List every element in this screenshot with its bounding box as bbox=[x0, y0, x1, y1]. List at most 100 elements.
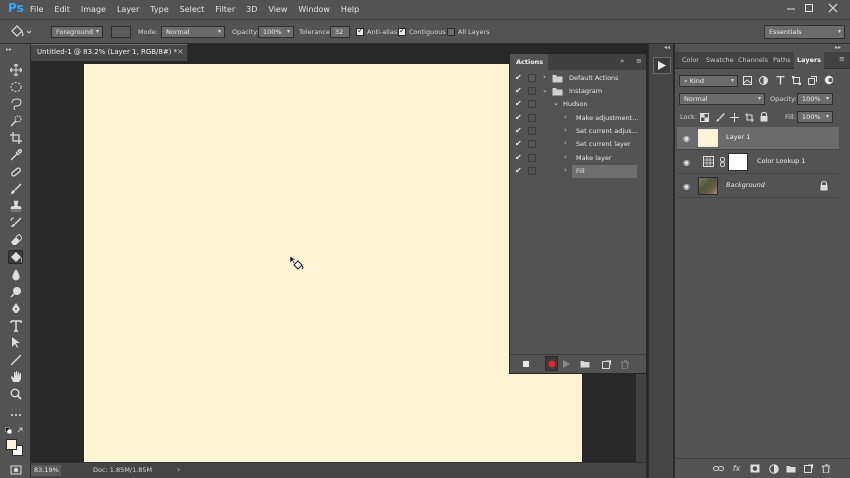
crop-tool[interactable] bbox=[8, 131, 23, 145]
healing-brush-tool[interactable] bbox=[8, 165, 23, 179]
chevron-right-icon[interactable]: › bbox=[564, 139, 567, 147]
list-item[interactable]: ✔ › Set current layer bbox=[510, 138, 646, 151]
visibility-eye-icon[interactable]: ◉ bbox=[683, 182, 690, 191]
toggle-check-icon[interactable]: ✔ bbox=[515, 99, 522, 108]
filter-shape-button[interactable] bbox=[792, 76, 801, 85]
collapse-panel-icon[interactable]: » bbox=[620, 57, 624, 65]
filter-toggle-button[interactable] bbox=[824, 75, 834, 85]
blend-mode-select[interactable]: Normal ▾ bbox=[679, 93, 765, 105]
pen-tool[interactable] bbox=[8, 302, 23, 316]
toggle-check-icon[interactable]: ✔ bbox=[515, 166, 522, 175]
menu-help[interactable]: Help bbox=[341, 5, 359, 14]
menu-filter[interactable]: Filter bbox=[215, 5, 235, 14]
fill-input[interactable]: 100% ▾ bbox=[797, 111, 833, 123]
panel-menu-icon[interactable]: ≡ bbox=[839, 55, 845, 63]
brush-tool[interactable] bbox=[8, 182, 23, 196]
link-layers-button[interactable] bbox=[713, 463, 724, 474]
lock-transparent-button[interactable] bbox=[700, 113, 709, 122]
visibility-eye-icon[interactable]: ◉ bbox=[683, 134, 690, 143]
chevron-down-icon[interactable]: ⌄ bbox=[553, 99, 559, 107]
chevron-right-icon[interactable]: › bbox=[564, 113, 567, 121]
menu-window[interactable]: Window bbox=[298, 5, 330, 14]
lock-artboard-button[interactable] bbox=[745, 113, 754, 122]
path-selection-tool[interactable] bbox=[8, 336, 23, 350]
pattern-picker[interactable] bbox=[111, 26, 131, 38]
play-selection-button[interactable] bbox=[560, 358, 572, 370]
toolbar-collapse-icon[interactable]: ▸▸ bbox=[6, 46, 12, 53]
mask-link-icon[interactable] bbox=[720, 157, 725, 167]
list-item-selected[interactable]: ✔ › Fill bbox=[510, 165, 646, 178]
layer-row-color-lookup[interactable]: ◉ Color Lookup 1 bbox=[677, 151, 839, 174]
foreground-color-swatch[interactable] bbox=[6, 439, 17, 450]
chevron-down-icon[interactable]: ⌄ bbox=[542, 86, 548, 94]
tab-paths[interactable]: Paths bbox=[773, 52, 791, 69]
canvas[interactable] bbox=[84, 64, 582, 462]
tab-swatches[interactable]: Swatche bbox=[706, 52, 734, 69]
type-tool[interactable] bbox=[8, 319, 23, 333]
workspace-select[interactable]: Essentials ▾ bbox=[764, 25, 845, 39]
dialog-toggle-box[interactable] bbox=[528, 74, 536, 82]
tab-layers[interactable]: Layers bbox=[794, 52, 825, 69]
history-brush-tool[interactable] bbox=[8, 216, 23, 230]
layer-style-button[interactable]: fx bbox=[731, 463, 742, 474]
toggle-check-icon[interactable]: ✔ bbox=[515, 126, 522, 135]
zoom-tool[interactable] bbox=[8, 387, 23, 401]
filter-smart-object-button[interactable] bbox=[808, 76, 817, 85]
chevron-right-icon[interactable]: › bbox=[564, 126, 567, 134]
list-item[interactable]: ✔ › Set current adjus... bbox=[510, 125, 646, 138]
filter-type-button[interactable] bbox=[776, 76, 785, 85]
dialog-toggle-box[interactable] bbox=[528, 127, 536, 135]
list-item[interactable]: ✔ › Default Actions bbox=[510, 72, 646, 85]
layer-mask-thumbnail[interactable] bbox=[728, 153, 748, 171]
move-tool[interactable] bbox=[8, 63, 23, 77]
blur-tool[interactable] bbox=[8, 268, 23, 282]
lasso-tool[interactable] bbox=[8, 97, 23, 111]
visibility-eye-icon[interactable]: ◉ bbox=[683, 158, 690, 167]
hand-tool[interactable] bbox=[8, 370, 23, 384]
list-item[interactable]: ✔ › Make layer bbox=[510, 152, 646, 165]
record-button[interactable] bbox=[546, 358, 558, 370]
default-colors-button[interactable] bbox=[5, 427, 25, 435]
tab-actions[interactable]: Actions bbox=[510, 54, 548, 70]
dialog-toggle-box[interactable] bbox=[528, 100, 536, 108]
new-group-button[interactable] bbox=[785, 463, 796, 474]
quick-selection-tool[interactable] bbox=[8, 114, 23, 128]
zoom-level[interactable]: 83.19% bbox=[31, 465, 61, 476]
new-layer-button[interactable] bbox=[803, 463, 814, 474]
new-adjustment-layer-button[interactable] bbox=[768, 463, 779, 474]
actions-panel-button[interactable] bbox=[653, 57, 671, 74]
lock-position-button[interactable] bbox=[730, 113, 739, 122]
menu-select[interactable]: Select bbox=[180, 5, 205, 14]
filter-image-button[interactable] bbox=[743, 76, 752, 85]
expand-panels-icon[interactable]: ◂◂ bbox=[664, 44, 670, 51]
new-action-button[interactable] bbox=[600, 358, 612, 370]
marquee-tool[interactable] bbox=[8, 80, 23, 94]
collapse-panels-icon[interactable]: ▸▸ bbox=[835, 44, 841, 51]
minimize-button[interactable] bbox=[784, 2, 798, 14]
chevron-right-icon[interactable]: › bbox=[543, 73, 546, 81]
list-item[interactable]: ✔ ⌄ Hudson bbox=[510, 98, 646, 111]
quick-mask-button[interactable] bbox=[8, 463, 23, 477]
layer-filter-select[interactable]: ⌕ Kind ▾ bbox=[679, 75, 738, 87]
new-set-button[interactable] bbox=[579, 358, 591, 370]
toggle-check-icon[interactable]: ✔ bbox=[515, 139, 522, 148]
toggle-check-icon[interactable]: ✔ bbox=[515, 73, 522, 82]
panel-menu-icon[interactable]: ≡ bbox=[636, 57, 642, 65]
dialog-toggle-box[interactable] bbox=[528, 154, 536, 162]
close-window-button[interactable] bbox=[826, 2, 840, 14]
edit-toolbar-button[interactable] bbox=[8, 408, 23, 422]
close-document-icon[interactable]: × bbox=[177, 47, 184, 56]
tab-color[interactable]: Color bbox=[682, 52, 699, 69]
chevron-right-icon[interactable]: › bbox=[564, 166, 567, 174]
toggle-check-icon[interactable]: ✔ bbox=[515, 113, 522, 122]
layer-row-layer-1[interactable]: ◉ Layer 1 bbox=[677, 127, 839, 150]
layer-opacity-input[interactable]: 100% ▾ bbox=[797, 93, 833, 105]
paint-bucket-preset-picker[interactable] bbox=[9, 25, 33, 39]
paint-bucket-tool[interactable] bbox=[8, 250, 23, 264]
filter-adjustment-button[interactable] bbox=[759, 76, 768, 85]
lock-pixels-button[interactable] bbox=[716, 113, 725, 122]
opacity-input[interactable]: 100% ▾ bbox=[258, 26, 294, 38]
delete-layer-button[interactable] bbox=[820, 463, 831, 474]
list-item[interactable]: ✔ ⌄ Instagram bbox=[510, 85, 646, 98]
menu-layer[interactable]: Layer bbox=[117, 5, 139, 14]
